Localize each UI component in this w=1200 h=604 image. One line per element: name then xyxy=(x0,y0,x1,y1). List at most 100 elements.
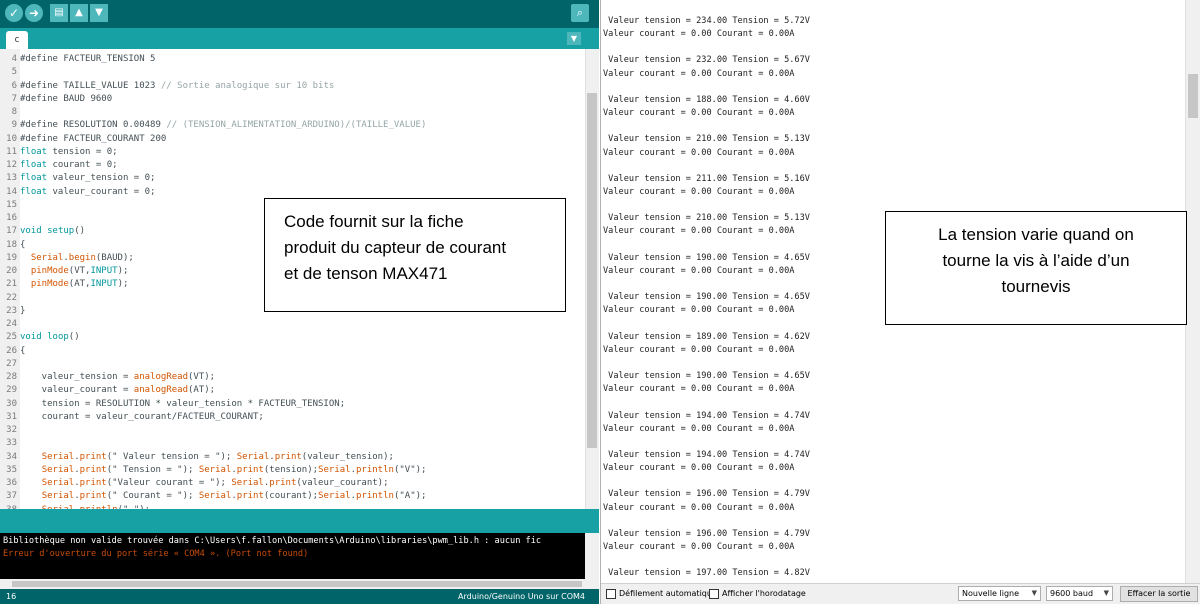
timestamp-checkbox[interactable] xyxy=(709,589,719,599)
open-sketch-button[interactable]: ▲ xyxy=(70,4,88,22)
annotation-line: La tension varie quand on xyxy=(938,225,1134,244)
code-token: println xyxy=(356,491,394,502)
autoscroll-checkbox[interactable] xyxy=(606,589,616,599)
code-token: ); xyxy=(117,279,129,290)
code-token: void xyxy=(20,332,42,343)
verify-button[interactable]: ✓ xyxy=(5,4,23,22)
code-line: 36 Serial.print("Valeur courant = "); Se… xyxy=(0,477,585,490)
code-token: ); xyxy=(117,266,129,276)
new-file-icon: ▤ xyxy=(54,7,64,18)
serial-vertical-scrollbar[interactable] xyxy=(1185,0,1200,583)
chevron-down-icon: ▼ xyxy=(570,34,578,43)
save-sketch-button[interactable]: ▼ xyxy=(90,4,108,22)
editor-scroll-thumb[interactable] xyxy=(587,93,597,448)
code-token: #define FACTEUR_TENSION 5 xyxy=(20,54,156,64)
code-line: 6 #define TAILLE_VALUE 1023 // Sortie ana… xyxy=(0,80,585,93)
timestamp-label: Afficher l'horodatage xyxy=(722,589,806,598)
new-sketch-button[interactable]: ▤ xyxy=(50,4,68,22)
code-token: { xyxy=(20,239,26,250)
line-number: 34 xyxy=(6,451,17,462)
serial-line: Valeur tension = 232.00 Tension = 5.67V xyxy=(603,55,810,66)
code-token: setup xyxy=(47,226,75,237)
tab-menu-button[interactable]: ▼ xyxy=(567,32,581,45)
line-number: 9 xyxy=(11,120,17,131)
baud-select[interactable]: 9600 baud ▼ xyxy=(1046,586,1113,601)
code-token: print xyxy=(236,464,264,475)
code-token: (" Courant = "); xyxy=(106,491,199,502)
code-token: valeur_courant = 0; xyxy=(47,186,156,197)
status-board: Arduino/Genuino Uno sur COM4 xyxy=(458,592,585,601)
code-line: 25 void loop() xyxy=(0,331,585,344)
autoscroll-label: Défilement automatique xyxy=(619,589,717,598)
baud-value: 9600 baud xyxy=(1050,589,1094,598)
code-token: courant = valeur_courant/FACTEUR_COURANT… xyxy=(20,411,264,422)
code-token: println xyxy=(356,464,394,475)
code-token: tension = RESOLUTION * valeur_tension * … xyxy=(20,398,346,409)
code-line: 32 xyxy=(0,424,585,437)
tab-sketch[interactable]: c xyxy=(6,31,28,49)
line-ending-select[interactable]: Nouvelle ligne ▼ xyxy=(958,586,1041,601)
ide-statusbar: 16 Arduino/Genuino Uno sur COM4 xyxy=(0,589,599,604)
code-token: pinMode xyxy=(30,266,69,276)
line-number: 5 xyxy=(11,67,17,78)
code-line: 31 courant = valeur_courant/FACTEUR_COUR… xyxy=(0,411,585,424)
line-number: 23 xyxy=(6,305,17,316)
annotation-line: et de tenson MAX471 xyxy=(284,264,448,283)
editor-vertical-scrollbar[interactable] xyxy=(585,49,599,509)
line-number: 25 xyxy=(6,332,17,343)
code-token: Serial xyxy=(30,252,64,263)
line-number: 12 xyxy=(6,160,17,170)
console-horizontal-scrollbar[interactable] xyxy=(0,579,585,589)
clear-output-button[interactable]: Effacer la sortie xyxy=(1120,586,1198,602)
console-divider[interactable] xyxy=(0,509,599,533)
code-token: float xyxy=(20,173,48,184)
serial-line: Valeur tension = 190.00 Tension = 4.65V xyxy=(603,252,810,263)
annotation-tension-varies: La tension varie quand on tourne la vis … xyxy=(885,211,1187,325)
upload-button[interactable]: ➜ xyxy=(25,4,43,22)
code-token: float xyxy=(20,160,48,170)
save-arrow-down-icon: ▼ xyxy=(95,7,103,18)
magnifier-icon: ⌕ xyxy=(576,6,584,19)
code-token: (" Tension = "); xyxy=(106,464,199,475)
console-line: Bibliothèque non valide trouvée dans C:\… xyxy=(3,536,542,546)
serial-line: Valeur courant = 0.00 Courant = 0.00A xyxy=(603,305,795,316)
serial-monitor-button[interactable]: ⌕ xyxy=(571,4,589,22)
code-line: 10 #define FACTEUR_COURANT 200 xyxy=(0,133,585,146)
code-token: INPUT xyxy=(90,266,118,276)
serial-line: Valeur tension = 194.00 Tension = 4.74V xyxy=(603,410,810,421)
line-number: 6 xyxy=(11,80,17,91)
code-line: 11 float tension = 0; xyxy=(0,146,585,159)
code-token: print xyxy=(79,491,107,502)
serial-line: Valeur courant = 0.00 Courant = 0.00A xyxy=(603,542,795,552)
open-arrow-up-icon: ▲ xyxy=(75,7,83,18)
code-token: (VT); xyxy=(187,372,216,382)
serial-scroll-thumb[interactable] xyxy=(1188,74,1198,118)
code-line: 37 Serial.print(" Courant = "); Serial.p… xyxy=(0,490,585,503)
serial-line: Valeur courant = 0.00 Courant = 0.00A xyxy=(603,186,795,197)
arrow-right-icon: ➜ xyxy=(28,6,40,20)
line-number: 33 xyxy=(6,438,17,449)
code-token: pinMode xyxy=(30,279,69,290)
line-number: 17 xyxy=(6,226,17,237)
console-vertical-scrollbar[interactable] xyxy=(585,533,599,589)
serial-line: Valeur courant = 0.00 Courant = 0.00A xyxy=(603,265,795,276)
serial-line: Valeur courant = 0.00 Courant = 0.00A xyxy=(603,108,795,119)
status-line-number: 16 xyxy=(6,592,17,601)
annotation-line: tourne la vis à l’aide d’un xyxy=(942,251,1130,270)
code-token: Serial xyxy=(41,464,75,475)
console-scroll-thumb[interactable] xyxy=(12,581,582,587)
code-token: valeur_tension = xyxy=(20,372,134,382)
line-number: 14 xyxy=(6,186,17,197)
code-line: 30 tension = RESOLUTION * valeur_tension… xyxy=(0,398,585,411)
annotation-line: produit du capteur de courant xyxy=(284,238,507,257)
serial-line: Valeur courant = 0.00 Courant = 0.00A xyxy=(603,502,795,513)
code-token: #define BAUD 9600 xyxy=(20,93,113,104)
code-token: Serial xyxy=(41,491,75,502)
serial-line: Valeur tension = 210.00 Tension = 5.13V xyxy=(603,134,810,145)
code-token: () xyxy=(68,332,80,343)
line-number: 29 xyxy=(6,385,17,396)
annotation-code-source: Code fournit sur la fiche produit du cap… xyxy=(264,198,566,312)
